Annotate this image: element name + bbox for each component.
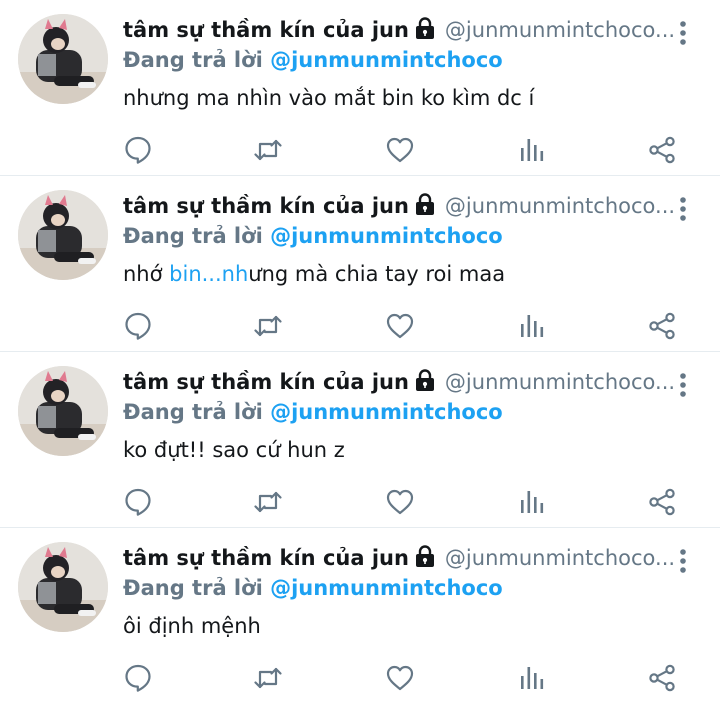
reply-context: Đang trả lời @junmunmintchoco xyxy=(123,48,503,72)
heart-icon[interactable] xyxy=(384,310,416,342)
tweet-text: nhớ bin...nhưng mà chia tay roi maa xyxy=(123,262,505,286)
comment-icon[interactable] xyxy=(122,310,154,342)
tweet[interactable]: tâm sự thầm kín của jun @junmunmintchoco.… xyxy=(0,352,720,528)
heart-icon[interactable] xyxy=(384,486,416,518)
tweet-header: tâm sự thầm kín của jun @junmunmintchoco.… xyxy=(123,192,673,224)
tweet-text-part: ko đựt!! sao cứ hun z xyxy=(123,438,345,462)
lock-icon xyxy=(413,16,437,44)
reply-mention-link[interactable]: @junmunmintchoco xyxy=(270,576,503,600)
reply-context: Đang trả lời @junmunmintchoco xyxy=(123,576,503,600)
tweet[interactable]: tâm sự thầm kín của jun @junmunmintchoco.… xyxy=(0,528,720,708)
analytics-icon[interactable] xyxy=(516,310,548,342)
share-icon[interactable] xyxy=(646,486,678,518)
lock-icon xyxy=(413,544,437,572)
tweet-text-part: ưng mà chia tay roi maa xyxy=(248,262,506,286)
tweet-feed: tâm sự thầm kín của jun @junmunmintchoco.… xyxy=(0,0,720,708)
tweet[interactable]: tâm sự thầm kín của jun @junmunmintchoco.… xyxy=(0,0,720,176)
tweet-header: tâm sự thầm kín của jun @junmunmintchoco.… xyxy=(123,544,673,576)
share-icon[interactable] xyxy=(646,134,678,166)
retweet-icon[interactable] xyxy=(252,486,284,518)
analytics-icon[interactable] xyxy=(516,134,548,166)
display-name[interactable]: tâm sự thầm kín của jun xyxy=(123,370,409,394)
tweet-text-part: nhớ xyxy=(123,262,170,286)
more-vertical-icon[interactable] xyxy=(672,546,694,576)
display-name[interactable]: tâm sự thầm kín của jun xyxy=(123,546,409,570)
user-handle[interactable]: @junmunmintchoco... xyxy=(445,18,673,42)
tweet-text-part: ôi định mệnh xyxy=(123,614,261,638)
avatar[interactable] xyxy=(18,542,108,632)
comment-icon[interactable] xyxy=(122,486,154,518)
reply-prefix: Đang trả lời xyxy=(123,400,263,424)
tweet-actions xyxy=(0,662,720,694)
user-handle[interactable]: @junmunmintchoco... xyxy=(445,370,673,394)
tweet-actions xyxy=(0,134,720,166)
analytics-icon[interactable] xyxy=(516,662,548,694)
tweet[interactable]: tâm sự thầm kín của jun @junmunmintchoco.… xyxy=(0,176,720,352)
more-vertical-icon[interactable] xyxy=(672,370,694,400)
avatar[interactable] xyxy=(18,366,108,456)
reply-context: Đang trả lời @junmunmintchoco xyxy=(123,400,503,424)
more-vertical-icon[interactable] xyxy=(672,194,694,224)
tweet-actions xyxy=(0,310,720,342)
reply-prefix: Đang trả lời xyxy=(123,576,263,600)
tweet-text: nhưng ma nhìn vào mắt bin ko kìm dc í xyxy=(123,86,534,110)
avatar[interactable] xyxy=(18,14,108,104)
heart-icon[interactable] xyxy=(384,662,416,694)
tweet-text: ôi định mệnh xyxy=(123,614,261,638)
retweet-icon[interactable] xyxy=(252,662,284,694)
tweet-header: tâm sự thầm kín của jun @junmunmintchoco.… xyxy=(123,368,673,400)
reply-mention-link[interactable]: @junmunmintchoco xyxy=(270,224,503,248)
user-handle[interactable]: @junmunmintchoco... xyxy=(445,546,673,570)
lock-icon xyxy=(413,368,437,396)
user-handle[interactable]: @junmunmintchoco... xyxy=(445,194,673,218)
display-name[interactable]: tâm sự thầm kín của jun xyxy=(123,18,409,42)
reply-mention-link[interactable]: @junmunmintchoco xyxy=(270,48,503,72)
avatar[interactable] xyxy=(18,190,108,280)
reply-context: Đang trả lời @junmunmintchoco xyxy=(123,224,503,248)
reply-mention-link[interactable]: @junmunmintchoco xyxy=(270,400,503,424)
more-vertical-icon[interactable] xyxy=(672,18,694,48)
tweet-text-link[interactable]: bin...nh xyxy=(169,262,248,286)
analytics-icon[interactable] xyxy=(516,486,548,518)
retweet-icon[interactable] xyxy=(252,134,284,166)
display-name[interactable]: tâm sự thầm kín của jun xyxy=(123,194,409,218)
reply-prefix: Đang trả lời xyxy=(123,48,263,72)
comment-icon[interactable] xyxy=(122,662,154,694)
heart-icon[interactable] xyxy=(384,134,416,166)
tweet-actions xyxy=(0,486,720,518)
tweet-text-part: nhưng ma nhìn vào mắt bin ko kìm dc í xyxy=(123,86,535,110)
lock-icon xyxy=(413,192,437,220)
retweet-icon[interactable] xyxy=(252,310,284,342)
share-icon[interactable] xyxy=(646,662,678,694)
share-icon[interactable] xyxy=(646,310,678,342)
reply-prefix: Đang trả lời xyxy=(123,224,263,248)
comment-icon[interactable] xyxy=(122,134,154,166)
tweet-header: tâm sự thầm kín của jun @junmunmintchoco.… xyxy=(123,16,673,48)
tweet-text: ko đựt!! sao cứ hun z xyxy=(123,438,345,462)
